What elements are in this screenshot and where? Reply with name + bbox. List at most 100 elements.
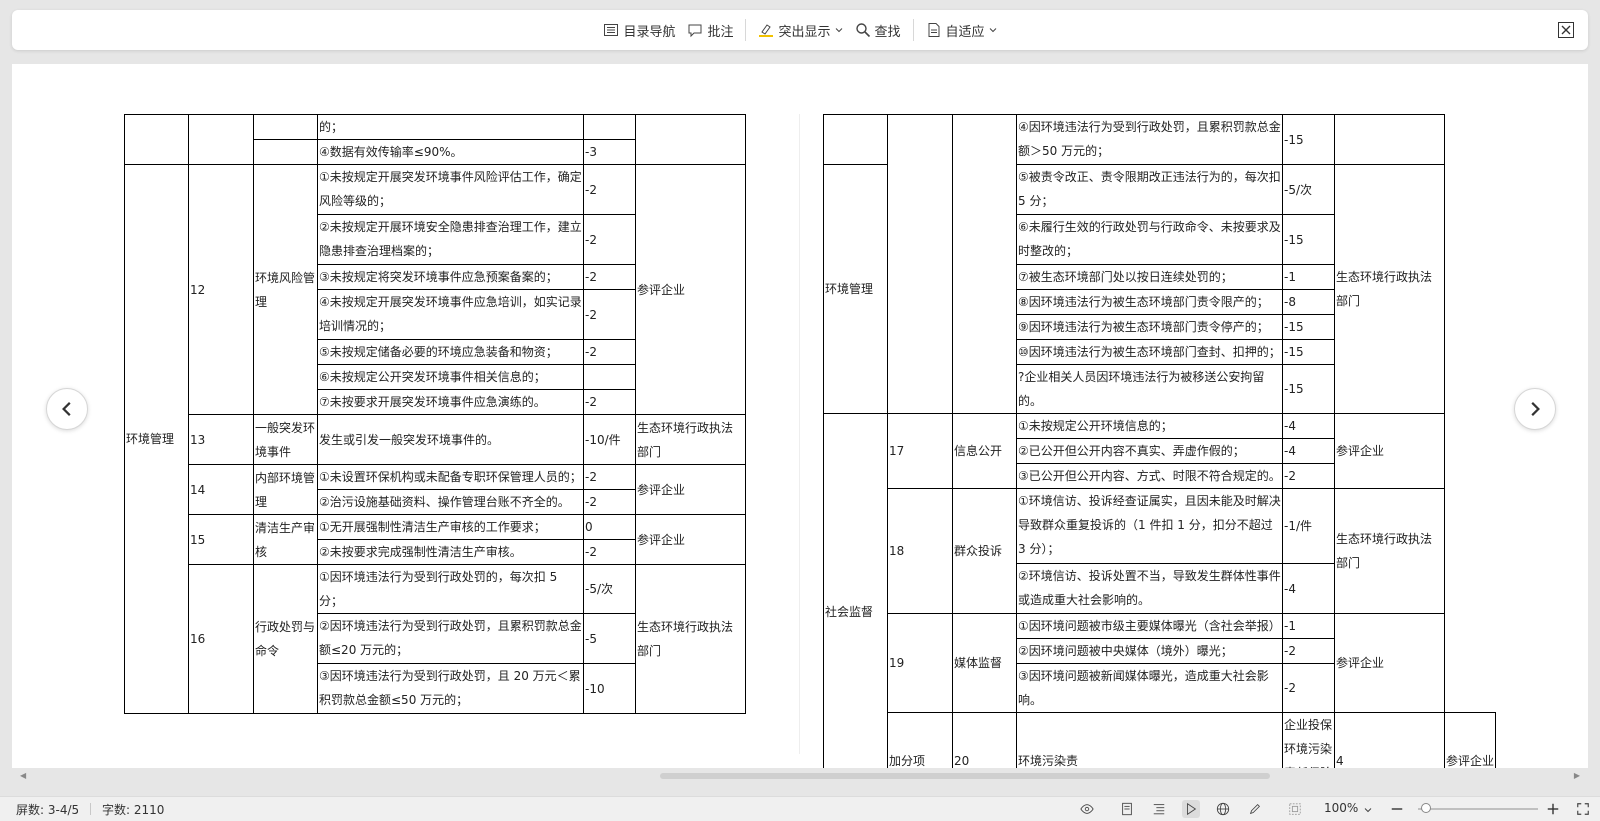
close-icon[interactable] bbox=[1558, 22, 1574, 38]
highlight-dropdown[interactable]: 突出显示 bbox=[752, 16, 848, 44]
table-row: 的； bbox=[124, 114, 746, 165]
left-page-table: 的； ④数据有效传输率≤90%。 -3 环境管理 12 环境风险管理 ①未按规定… bbox=[124, 114, 746, 714]
item-score: -2 bbox=[583, 214, 636, 265]
item-number: 17 bbox=[887, 413, 953, 489]
zoom-slider-handle[interactable] bbox=[1421, 803, 1431, 813]
item-content: ③因环境问题被新闻媒体曝光，造成重大社会影响。 bbox=[1016, 663, 1283, 713]
item-name: 信息公开 bbox=[952, 413, 1017, 489]
zoom-out-icon[interactable] bbox=[1388, 800, 1406, 818]
item-score: -4 bbox=[1282, 413, 1335, 439]
play-icon[interactable] bbox=[1182, 800, 1200, 818]
table-cell bbox=[583, 114, 636, 140]
scroll-left-icon[interactable]: ◀ bbox=[20, 770, 26, 782]
table-row: 环境管理 12 环境风险管理 ①未按规定开展突发环境事件风险评估工作，确定风险等… bbox=[124, 164, 746, 714]
table-cell bbox=[253, 114, 318, 140]
item-content: ②因环境问题被中央媒体（境外）曝光； bbox=[1016, 638, 1283, 664]
item-score: -1 bbox=[1282, 264, 1335, 290]
item-content: ①未设置环保机构或未配备专职环保管理人员的； bbox=[317, 464, 584, 490]
item-score: -1/件 bbox=[1282, 488, 1335, 564]
item-score: -2 bbox=[1282, 463, 1335, 489]
item-content: ②已公开但公开内容不真实、弄虚作假的； bbox=[1016, 438, 1283, 464]
item-content: ⑤未按规定储备必要的环境应急装备和物资； bbox=[317, 339, 584, 365]
fit-dropdown[interactable]: 自适应 bbox=[920, 16, 1003, 44]
item-content: ⑤被责令改正、责令限期改正违法行为的，每次扣 5 分； bbox=[1016, 164, 1283, 215]
item-source: 参评企业 bbox=[1443, 712, 1497, 768]
table-row: ④因环境违法行为受到行政处罚，且累积罚款总金额＞50 万元的； -15 bbox=[823, 114, 1496, 414]
table-cell bbox=[952, 114, 1017, 414]
zoom-level[interactable]: 100% bbox=[1324, 801, 1358, 815]
word-count: 字数: 2110 bbox=[102, 803, 165, 817]
right-page-table: ④因环境违法行为受到行政处罚，且累积罚款总金额＞50 万元的； -15 环境管理… bbox=[823, 114, 1497, 768]
item-score: -10 bbox=[583, 663, 636, 714]
zoom-slider[interactable] bbox=[1418, 808, 1538, 810]
item-score: -2 bbox=[583, 264, 636, 290]
next-page-button[interactable] bbox=[1514, 388, 1556, 430]
item-score: -8 bbox=[1282, 289, 1335, 315]
chevron-down-icon[interactable] bbox=[1364, 806, 1372, 814]
item-score: -15 bbox=[1282, 114, 1335, 165]
annotate-label: 批注 bbox=[707, 24, 734, 40]
item-content: ①无开展强制性清洁生产审核的工作要求； bbox=[317, 514, 584, 540]
item-name: 行政处罚与命令 bbox=[253, 564, 318, 714]
previous-page-button[interactable] bbox=[46, 388, 88, 430]
item-content: ④数据有效传输率≤90%。 bbox=[317, 139, 584, 165]
item-content: ⑥未按规定公开突发环境事件相关信息的； bbox=[317, 364, 584, 390]
annotate-button[interactable]: 批注 bbox=[681, 16, 739, 44]
horizontal-scrollbar[interactable]: ◀ ▶ bbox=[12, 770, 1588, 782]
fullscreen-icon[interactable] bbox=[1574, 800, 1592, 818]
fit-label: 自适应 bbox=[945, 24, 985, 40]
item-content: ③因环境违法行为受到行政处罚，且 20 万元＜累积罚款总金额≤50 万元的； bbox=[317, 663, 584, 714]
table-row: 社会监督 17 信息公开 ①未按规定公开环境信息的； -4 参评企业 bbox=[823, 413, 1496, 768]
item-content: ④因环境违法行为受到行政处罚，且累积罚款总金额＞50 万元的； bbox=[1016, 114, 1283, 165]
item-score: -2 bbox=[1282, 663, 1335, 713]
scrollbar-thumb[interactable] bbox=[660, 773, 1270, 779]
item-number: 20 bbox=[952, 712, 1017, 768]
item-score: -2 bbox=[583, 539, 636, 565]
zoom-in-icon[interactable] bbox=[1544, 800, 1562, 818]
item-score: -15 bbox=[1282, 339, 1335, 365]
item-name: 群众投诉 bbox=[952, 488, 1017, 614]
item-source: 参评企业 bbox=[1334, 413, 1445, 489]
item-score: -4 bbox=[1282, 563, 1335, 614]
table-cell bbox=[253, 139, 318, 165]
pen-icon[interactable] bbox=[1246, 800, 1264, 818]
item-score: -2 bbox=[583, 339, 636, 365]
item-content: ⑧因环境违法行为被生态环境部门责令限产的； bbox=[1016, 289, 1283, 315]
toc-nav-button[interactable]: 目录导航 bbox=[597, 16, 681, 44]
item-content: ⑥未履行生效的行政处罚与行政命令、未按要求及时整改的； bbox=[1016, 214, 1283, 265]
item-content: ④未按规定开展突发环境事件应急培训，如实记录培训情况的； bbox=[317, 289, 584, 340]
item-content: ②因环境违法行为受到行政处罚，且累积罚款总金额≤20 万元的； bbox=[317, 613, 584, 664]
item-content: ②环境信访、投诉处置不当，导致发生群体性事件或造成重大社会影响的。 bbox=[1016, 563, 1283, 614]
table-row: 14 内部环境管理 ①未设置环保机构或未配备专职环保管理人员的； -2 参评企业 bbox=[125, 464, 746, 515]
item-number: 16 bbox=[188, 564, 254, 714]
outline-view-icon[interactable] bbox=[1150, 800, 1168, 818]
item-number: 19 bbox=[887, 613, 953, 713]
item-name: 媒体监督 bbox=[952, 613, 1017, 713]
item-content: ⑨因环境违法行为被生态环境部门责令停产的； bbox=[1016, 314, 1283, 340]
item-number: 15 bbox=[188, 514, 254, 565]
scroll-right-icon[interactable]: ▶ bbox=[1574, 770, 1580, 782]
find-button[interactable]: 查找 bbox=[849, 16, 907, 44]
item-source: 参评企业 bbox=[635, 464, 746, 515]
web-view-icon[interactable] bbox=[1214, 800, 1232, 818]
status-bar: 屏数: 3-4/5 字数: 2110 100% bbox=[0, 796, 1600, 821]
item-content: ②未按要求完成强制性清洁生产审核。 bbox=[317, 539, 584, 565]
category-cell: 环境管理 bbox=[823, 164, 888, 414]
item-source: 生态环境行政执法部门 bbox=[635, 414, 746, 465]
item-source: 生态环境行政执法部门 bbox=[635, 564, 746, 714]
item-score: -1 bbox=[1282, 613, 1335, 639]
item-score: -4 bbox=[1282, 438, 1335, 464]
category-cell: 环境管理 bbox=[124, 164, 189, 714]
table-row: 15 清洁生产审核 ①无开展强制性清洁生产审核的工作要求； 0 参评企业 bbox=[125, 514, 746, 565]
item-score: -3 bbox=[583, 139, 636, 165]
item-name: 内部环境管理 bbox=[253, 464, 318, 515]
page-view-icon[interactable] bbox=[1118, 800, 1136, 818]
item-score: -15 bbox=[1282, 314, 1335, 340]
item-source: 生态环境行政执法部门 bbox=[1334, 488, 1445, 614]
screen-count: 屏数: 3-4/5 bbox=[16, 803, 80, 817]
eye-icon[interactable] bbox=[1078, 800, 1096, 818]
item-source: 生态环境行政执法部门 bbox=[1334, 164, 1445, 414]
item-content: ①未按规定公开环境信息的； bbox=[1016, 413, 1283, 439]
item-score: -15 bbox=[1282, 364, 1335, 414]
fit-page-icon[interactable] bbox=[1286, 800, 1304, 818]
